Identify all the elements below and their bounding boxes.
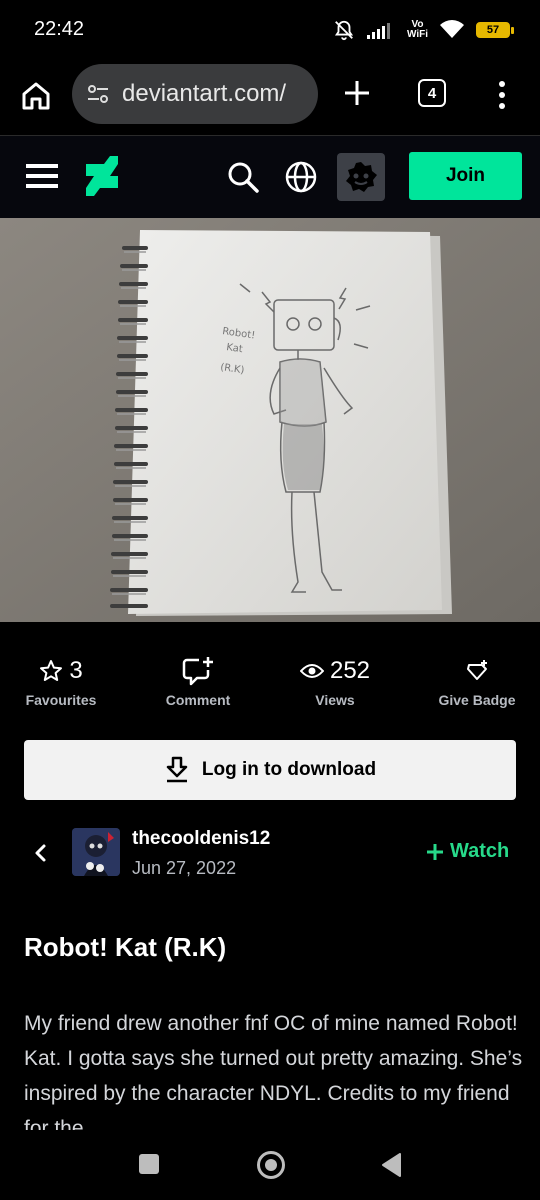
url-text: deviantart.com/ [122,80,287,107]
battery-icon: 57 [476,22,514,38]
back-triangle-icon[interactable] [380,1152,402,1178]
download-icon [166,756,188,783]
artwork-image[interactable]: Robot! Kat (R.K) [0,218,540,622]
author-row: thecooldenis12 Jun 27, 2022 Watch [0,820,540,886]
site-header: Join [0,136,540,218]
search-icon[interactable] [226,160,260,194]
site-settings-icon[interactable] [86,82,110,106]
system-nav-bar [0,1134,540,1200]
comment-button[interactable]: Comment [162,654,234,708]
badge-icon [467,660,487,680]
vowifi-bottom: WiFi [406,29,428,40]
status-bar: 22:42 Vo WiFi 57 [0,0,540,60]
new-tab-plus-icon[interactable] [340,76,374,110]
stats-row: 3 Favourites Comment 252 Views Give Badg… [0,654,540,724]
join-button[interactable]: Join [409,152,522,200]
more-vert-icon[interactable] [494,78,510,112]
artwork-text-2: Kat [226,342,244,355]
watch-label: Watch [450,840,510,862]
core-button[interactable] [337,153,385,201]
favourites-button[interactable]: 3 Favourites [24,654,98,708]
status-time: 22:42 [34,18,85,40]
tab-switcher-icon[interactable]: 4 [418,79,446,107]
give-badge-button[interactable]: Give Badge [436,654,518,708]
give-badge-label: Give Badge [438,692,516,708]
globe-icon[interactable] [284,160,318,194]
recents-button[interactable] [139,1154,159,1174]
signal-icon [366,23,390,39]
deviation-description: My friend drew another fnf OC of mine na… [24,1012,523,1130]
publish-date: Jun 27, 2022 [132,858,237,878]
address-bar[interactable]: deviantart.com/ [72,64,318,124]
status-icons: Vo WiFi 57 [333,16,514,44]
tab-count: 4 [427,84,437,102]
home-button[interactable] [257,1151,285,1179]
menu-icon[interactable] [24,160,60,192]
mute-bell-icon [334,20,354,41]
vowifi-indicator: Vo WiFi [407,20,428,40]
views-label: Views [315,692,355,708]
chevron-left-icon[interactable] [30,842,52,864]
avatar-image [72,828,120,876]
deviation-title: Robot! Kat (R.K) [24,932,227,962]
views-count: 252 [329,657,371,684]
add-comment-icon [182,657,213,686]
home-icon[interactable] [18,78,54,114]
download-label: Log in to download [201,759,377,780]
core-icon [346,162,377,192]
deviantart-logo[interactable] [86,156,118,196]
author-name[interactable]: thecooldenis12 [132,828,270,850]
star-icon [40,660,63,681]
eye-icon [299,664,324,678]
watch-button[interactable]: Watch [426,840,509,863]
comment-label: Comment [165,692,231,708]
plus-icon [427,843,443,860]
favourites-label: Favourites [25,692,97,708]
login-download-button[interactable]: Log in to download [24,740,516,800]
views-stat: 252 Views [298,654,372,708]
favourites-count: 3 [69,657,83,684]
browser-toolbar: deviantart.com/ 4 [0,60,540,136]
artwork-drawing: Robot! Kat (R.K) [0,218,540,622]
wifi-icon [440,20,464,38]
avatar[interactable] [72,828,120,876]
